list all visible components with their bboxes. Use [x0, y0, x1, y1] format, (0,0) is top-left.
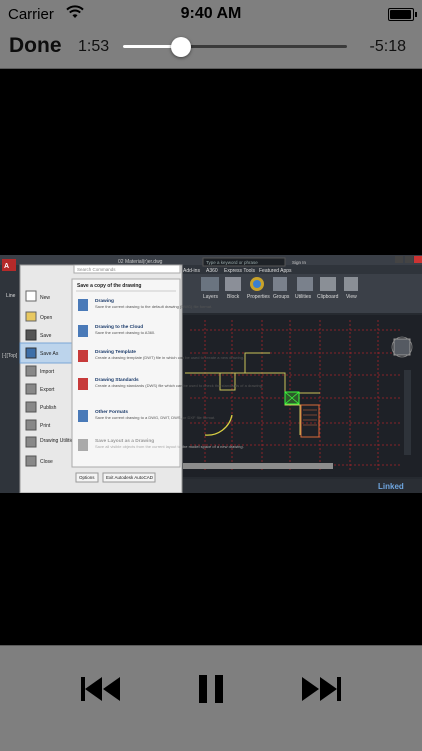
- panel-view: View: [346, 294, 357, 300]
- save-item-2-desc: Create a drawing template (DWT) file in …: [95, 355, 244, 360]
- pause-icon: [199, 675, 223, 703]
- save-item-4-desc: Save the current drawing to a DWG, DWT, …: [95, 415, 215, 420]
- clock: 9:40 AM: [180, 5, 242, 22]
- next-button[interactable]: [296, 664, 346, 714]
- linkedin-watermark: Linked: [378, 482, 404, 491]
- skip-back-icon: [81, 677, 120, 701]
- battery-icon: [388, 8, 417, 21]
- cad-sign-in: Sign In: [292, 260, 307, 265]
- ribbon-tab-addins: Add-ins: [183, 268, 200, 274]
- left-label-top: [-][Top]: [2, 353, 18, 359]
- panel-utilities: Utilities: [295, 294, 312, 300]
- save-item-5-desc: Save all visible objects from the curren…: [95, 444, 244, 449]
- player-top-bar: Done 1:53 -5:18: [0, 30, 422, 69]
- menu-drawing-utilities: Drawing Utilities: [40, 438, 76, 444]
- panel-clipboard: Clipboard: [317, 294, 339, 300]
- ribbon-tab-a360: A360: [206, 268, 218, 274]
- panel-properties: Properties: [247, 294, 270, 300]
- panel-layers: Layers: [203, 294, 219, 300]
- panel-groups: Groups: [273, 294, 290, 300]
- scrubber-track[interactable]: [123, 37, 347, 57]
- menu-open: Open: [40, 315, 52, 321]
- cad-search-box: Type a keyword or phrase: [206, 260, 258, 265]
- menu-close: Close: [40, 459, 53, 465]
- save-item-1-desc: Save the current drawing to A360.: [95, 330, 155, 335]
- video-frame[interactable]: Type a keyword or phrase Sign In 02 Mate…: [0, 255, 422, 493]
- remaining-time: -5:18: [369, 38, 406, 55]
- panel-block: Block: [227, 294, 240, 300]
- player-controls: [0, 645, 422, 751]
- menu-import: Import: [40, 369, 55, 375]
- menu-new: New: [40, 295, 50, 301]
- view-cube: [393, 338, 411, 356]
- menu-publish: Publish: [40, 405, 57, 411]
- exit-autocad-button: Exit Autodesk AutoCAD: [106, 475, 154, 480]
- previous-button[interactable]: [76, 664, 126, 714]
- menu-print: Print: [40, 423, 51, 429]
- status-bar: Carrier 9:40 AM: [0, 0, 422, 30]
- svg-text:A: A: [4, 263, 9, 270]
- menu-save: Save: [40, 333, 52, 339]
- pause-button[interactable]: [186, 664, 236, 714]
- cad-tab-title: 02 Material(r)er.dwg: [118, 259, 163, 265]
- autocad-screenshot: Type a keyword or phrase Sign In 02 Mate…: [0, 255, 422, 493]
- ribbon-tab-featured: Featured Apps: [259, 268, 292, 274]
- done-button[interactable]: Done: [9, 34, 62, 58]
- save-item-0-desc: Save the current drawing to the default …: [95, 304, 212, 309]
- menu-save-as: Save As: [40, 351, 59, 357]
- search-commands: Search Commands: [77, 267, 116, 272]
- skip-forward-icon: [302, 677, 341, 701]
- options-button: Options: [79, 475, 95, 480]
- scrubber-thumb[interactable]: [171, 37, 192, 57]
- save-item-3-desc: Create a drawing standards (DWS) file wh…: [95, 383, 263, 388]
- menu-export: Export: [40, 387, 55, 393]
- left-label-line: Line: [6, 293, 16, 299]
- submenu-title: Save a copy of the drawing: [77, 283, 141, 289]
- elapsed-time: 1:53: [78, 38, 110, 55]
- ribbon-tab-express: Express Tools: [224, 268, 256, 274]
